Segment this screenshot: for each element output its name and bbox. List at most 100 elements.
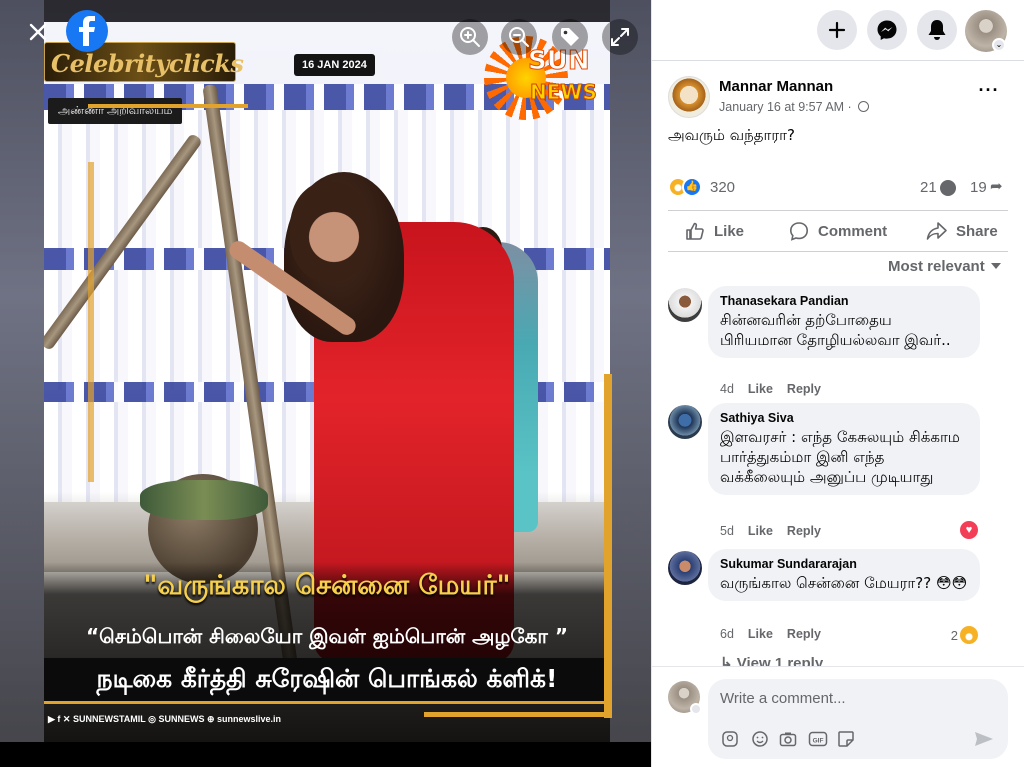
photo-blur-left bbox=[0, 0, 44, 742]
comment-like-button[interactable]: Like bbox=[748, 524, 773, 538]
fullscreen-icon bbox=[611, 28, 629, 46]
commenter-name[interactable]: Sathiya Siva bbox=[720, 411, 968, 425]
avatar-sticker-icon[interactable] bbox=[720, 729, 740, 749]
pot-cloth bbox=[140, 480, 268, 520]
close-icon bbox=[29, 23, 47, 41]
heart-reaction-icon[interactable]: ♥ bbox=[960, 521, 978, 539]
like-reaction-icon[interactable]: 👍 bbox=[682, 177, 702, 197]
comment-label: Comment bbox=[818, 222, 888, 240]
share-icon bbox=[926, 220, 948, 242]
share-count[interactable]: 19 bbox=[970, 179, 987, 196]
tag-button[interactable] bbox=[552, 19, 588, 55]
headline-box: நடிகை கீர்த்தி சுரேஷின் பொங்கல் க்ளிக்! bbox=[44, 658, 610, 704]
comment-reaction-summary[interactable]: 2 bbox=[951, 626, 978, 644]
top-bar: ⌄ bbox=[652, 0, 1024, 61]
camera-icon[interactable] bbox=[778, 729, 798, 749]
share-arrow-icon: ➦ bbox=[990, 178, 1003, 195]
notifications-button[interactable] bbox=[917, 10, 957, 50]
comment-meta: 5d Like Reply bbox=[720, 524, 835, 538]
date-badge: 16 JAN 2024 bbox=[294, 54, 375, 76]
comment-item: Sathiya Siva இளவரசர் : எந்த கேசுலயும் சி… bbox=[668, 403, 1008, 543]
commenter-avatar[interactable] bbox=[668, 405, 702, 439]
send-icon[interactable] bbox=[974, 731, 994, 747]
share-button[interactable]: Share bbox=[926, 211, 998, 251]
zoom-in-button[interactable] bbox=[452, 19, 488, 55]
post-timestamp[interactable]: January 16 at 9:57 AM · bbox=[719, 100, 855, 114]
comment-age[interactable]: 6d bbox=[720, 627, 734, 641]
comment-count[interactable]: 21 bbox=[920, 179, 937, 196]
author-name[interactable]: Mannar Mannan bbox=[719, 78, 833, 95]
reaction-count[interactable]: 320 bbox=[710, 179, 735, 196]
comment-button[interactable]: Comment bbox=[788, 211, 887, 251]
facebook-logo[interactable] bbox=[66, 10, 108, 52]
brand-text: Celebrityclicks bbox=[51, 49, 244, 78]
zoom-in-icon bbox=[460, 27, 480, 47]
messenger-button[interactable] bbox=[867, 10, 907, 50]
comment-age[interactable]: 5d bbox=[720, 524, 734, 538]
post-text: அவரும் வந்தாரா? bbox=[668, 126, 795, 144]
comment-item: Sukumar Sundararajan வருங்கால சென்னை மேய… bbox=[668, 549, 1008, 649]
gif-icon[interactable]: GIF bbox=[808, 729, 828, 749]
post-actions: Like Comment Share bbox=[668, 210, 1008, 252]
comment-bubble: Sukumar Sundararajan வருங்கால சென்னை மேய… bbox=[708, 549, 980, 601]
comment-age[interactable]: 4d bbox=[720, 382, 734, 396]
location-badge: அண்ணா அறிவாலயம் bbox=[48, 98, 183, 124]
comment-like-button[interactable]: Like bbox=[748, 382, 773, 396]
fullscreen-button[interactable] bbox=[602, 19, 638, 55]
sticker-icon[interactable] bbox=[836, 729, 856, 749]
comment-text: வருங்கால சென்னை மேயரா?? 😳😳 bbox=[720, 574, 968, 592]
poster-headline: நடிகை கீர்த்தி சுரேஷின் பொங்கல் க்ளிக்! bbox=[96, 664, 558, 693]
sort-label: Most relevant bbox=[888, 258, 985, 275]
gold-frame bbox=[88, 162, 94, 482]
chevron-down-icon[interactable]: ⌄ bbox=[992, 38, 1006, 52]
poster-tagline: "வருங்கால சென்னை மேயர்" bbox=[143, 570, 511, 601]
commenter-name[interactable]: Sukumar Sundararajan bbox=[720, 557, 968, 571]
facebook-f-icon bbox=[79, 16, 95, 46]
post-meta: January 16 at 9:57 AM · bbox=[719, 100, 870, 114]
post-panel: ⌄ Mannar Mannan January 16 at 9:57 AM · … bbox=[651, 0, 1024, 767]
emoji-icon[interactable] bbox=[750, 729, 770, 749]
news-word: NEWS bbox=[530, 80, 598, 105]
zoom-out-icon bbox=[509, 27, 529, 47]
post-header: Mannar Mannan January 16 at 9:57 AM · ··… bbox=[668, 76, 1008, 120]
svg-text:GIF: GIF bbox=[813, 738, 824, 745]
comment-text: இளவரசர் : எந்த கேசுலயும் சிக்காம பார்த்த… bbox=[720, 428, 960, 486]
comment-bubble: Thanasekara Pandian சின்னவரின் தற்போதைய … bbox=[708, 286, 980, 358]
comment-like-button[interactable]: Like bbox=[748, 627, 773, 641]
comment-text: சின்னவரின் தற்போதைய பிரியமான தோழியல்லவா … bbox=[720, 311, 951, 349]
chevron-down-icon[interactable] bbox=[690, 703, 702, 715]
news-poster: Celebrityclicks 16 JAN 2024 அண்ணா அறிவால… bbox=[44, 22, 610, 742]
photo-viewer: Celebrityclicks 16 JAN 2024 அண்ணா அறிவால… bbox=[0, 0, 651, 767]
view-replies-link[interactable]: ↳ View 1 reply bbox=[720, 654, 823, 666]
comment-item: Thanasekara Pandian சின்னவரின் தற்போதைய … bbox=[668, 286, 1008, 398]
create-button[interactable] bbox=[817, 10, 857, 50]
photo-blur-right bbox=[610, 0, 651, 742]
comment-reply-button[interactable]: Reply bbox=[787, 382, 821, 396]
author-avatar[interactable] bbox=[668, 76, 710, 118]
bell-icon bbox=[928, 20, 946, 40]
comment-sort-dropdown[interactable]: Most relevant bbox=[888, 258, 1001, 275]
comment-reply-button[interactable]: Reply bbox=[787, 524, 821, 538]
tag-icon bbox=[561, 28, 579, 46]
comment-reply-button[interactable]: Reply bbox=[787, 627, 821, 641]
share-label: Share bbox=[956, 222, 998, 240]
commenter-avatar[interactable] bbox=[668, 551, 702, 585]
comment-bubble: Sathiya Siva இளவரசர் : எந்த கேசுலயும் சி… bbox=[708, 403, 980, 495]
comment-input[interactable] bbox=[720, 687, 990, 709]
comment-meta: 6d Like Reply bbox=[720, 627, 835, 641]
like-button[interactable]: Like bbox=[684, 211, 744, 251]
commenter-name[interactable]: Thanasekara Pandian bbox=[720, 294, 968, 308]
brand-banner: Celebrityclicks bbox=[44, 42, 244, 82]
reactions-summary: 👍 320 21 19 ➦ bbox=[668, 177, 1008, 199]
commenter-avatar[interactable] bbox=[668, 288, 702, 322]
messenger-icon bbox=[877, 20, 897, 40]
post-photo[interactable]: Celebrityclicks 16 JAN 2024 அண்ணா அறிவால… bbox=[0, 0, 651, 742]
like-label: Like bbox=[714, 222, 745, 240]
close-button[interactable] bbox=[20, 14, 56, 50]
comment-meta: 4d Like Reply bbox=[720, 382, 835, 396]
sun-news-logo: SUN NEWS bbox=[484, 36, 606, 120]
more-options-button[interactable]: ··· bbox=[974, 80, 1004, 110]
comment-reaction-count: 2 bbox=[950, 628, 958, 643]
comment-icon bbox=[788, 220, 810, 242]
zoom-out-button[interactable] bbox=[501, 19, 537, 55]
